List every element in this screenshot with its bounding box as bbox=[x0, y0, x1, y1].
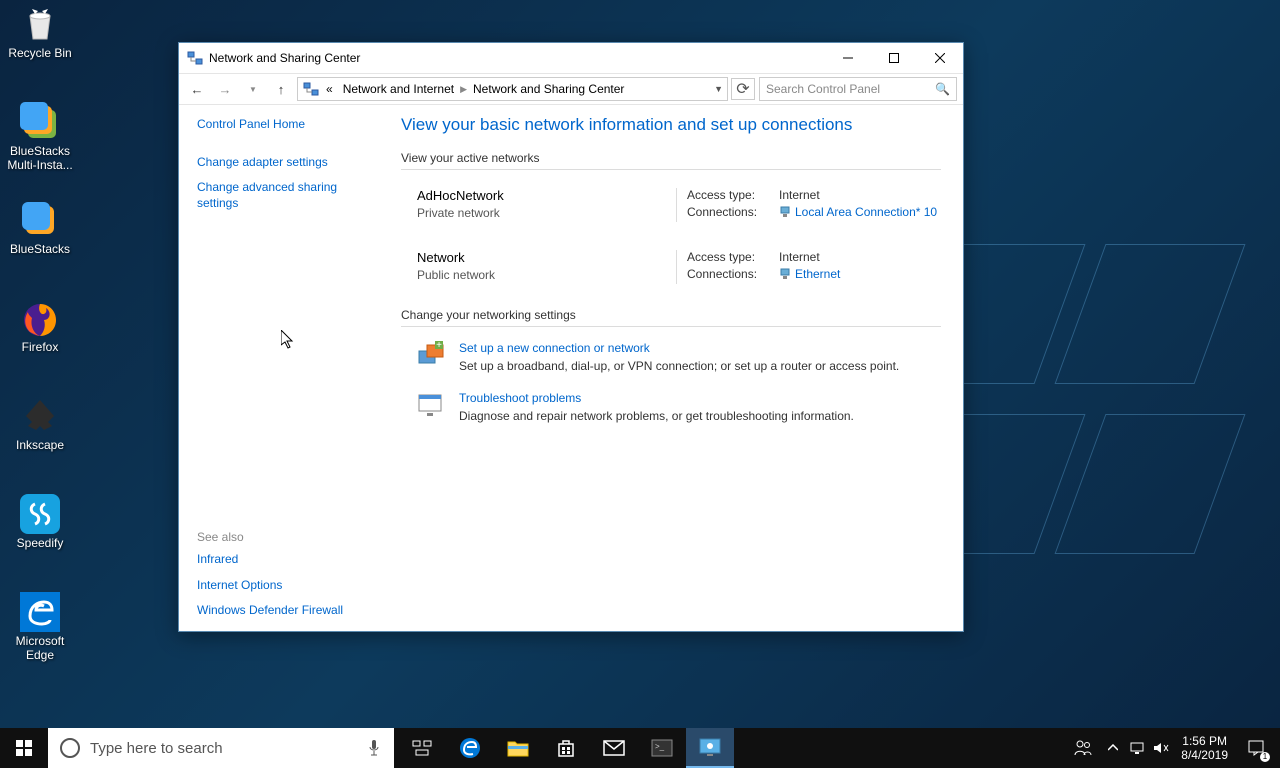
chevron-down-icon[interactable]: ▼ bbox=[714, 84, 723, 94]
clock[interactable]: 1:56 PM 8/4/2019 bbox=[1173, 734, 1236, 763]
desktop-icon-speedify[interactable]: Speedify bbox=[2, 494, 78, 550]
people-icon[interactable] bbox=[1065, 728, 1101, 768]
troubleshoot-icon bbox=[417, 391, 445, 419]
network-tray-icon[interactable] bbox=[1125, 728, 1149, 768]
taskbar-app-edge[interactable] bbox=[446, 728, 494, 768]
connection-link[interactable]: Ethernet bbox=[779, 267, 840, 281]
network-sharing-icon bbox=[302, 80, 320, 98]
search-icon: 🔍 bbox=[935, 82, 950, 96]
taskbar-search[interactable]: Type here to search bbox=[48, 728, 394, 768]
search-input[interactable]: Search Control Panel 🔍 bbox=[759, 77, 957, 101]
sidebar-link[interactable]: Change advanced sharing settings bbox=[197, 180, 379, 211]
desktop-icon-bluestacks[interactable]: BlueStacks bbox=[2, 200, 78, 256]
microphone-icon[interactable] bbox=[366, 739, 382, 757]
titlebar[interactable]: Network and Sharing Center bbox=[179, 43, 963, 73]
breadcrumb-segment[interactable]: Network and Sharing Center bbox=[469, 82, 628, 96]
taskbar: Type here to search >_ 1:56 PM 8/4/2019 … bbox=[0, 728, 1280, 768]
svg-text:>_: >_ bbox=[655, 742, 665, 751]
up-button[interactable]: ↑ bbox=[269, 77, 293, 101]
start-button[interactable] bbox=[0, 728, 48, 768]
maximize-button[interactable] bbox=[871, 43, 917, 73]
troubleshoot-desc: Diagnose and repair network problems, or… bbox=[459, 409, 854, 423]
taskbar-app-terminal[interactable]: >_ bbox=[638, 728, 686, 768]
window-title: Network and Sharing Center bbox=[209, 51, 825, 65]
breadcrumb-root[interactable]: « bbox=[322, 82, 337, 96]
back-button[interactable]: ← bbox=[185, 77, 209, 101]
breadcrumb-segment[interactable]: Network and Internet bbox=[339, 82, 458, 96]
refresh-button[interactable]: ⟳ bbox=[731, 78, 755, 100]
volume-tray-icon[interactable] bbox=[1149, 728, 1173, 768]
minimize-button[interactable] bbox=[825, 43, 871, 73]
network-type: Public network bbox=[417, 268, 676, 282]
adapter-icon bbox=[779, 206, 791, 218]
section-header: Change your networking settings bbox=[401, 308, 941, 322]
settings-item: Troubleshoot problems Diagnose and repai… bbox=[401, 391, 941, 423]
taskbar-app-mail[interactable] bbox=[590, 728, 638, 768]
network-sharing-icon bbox=[187, 50, 203, 66]
see-also-link[interactable]: Internet Options bbox=[197, 578, 379, 594]
action-center-button[interactable]: 1 bbox=[1236, 728, 1276, 768]
desktop-icon-firefox[interactable]: Firefox bbox=[2, 298, 78, 354]
close-button[interactable] bbox=[917, 43, 963, 73]
task-view-button[interactable] bbox=[398, 728, 446, 768]
sidebar-link[interactable]: Change adapter settings bbox=[197, 155, 379, 171]
main-content: View your basic network information and … bbox=[389, 105, 963, 631]
control-panel-window: Network and Sharing Center ← → ▼ ↑ « Net… bbox=[178, 42, 964, 632]
control-panel-home-link[interactable]: Control Panel Home bbox=[197, 117, 379, 133]
network-type: Private network bbox=[417, 206, 676, 220]
desktop-icon-edge[interactable]: Microsoft Edge bbox=[2, 592, 78, 663]
see-also-link[interactable]: Windows Defender Firewall bbox=[197, 603, 379, 619]
access-type-label: Access type: bbox=[687, 188, 779, 202]
taskbar-app-store[interactable] bbox=[542, 728, 590, 768]
chevron-right-icon: ▶ bbox=[460, 84, 467, 95]
taskbar-app-control-panel[interactable] bbox=[686, 728, 734, 768]
recent-dropdown[interactable]: ▼ bbox=[241, 77, 265, 101]
address-bar: ← → ▼ ↑ « Network and Internet ▶ Network… bbox=[179, 73, 963, 105]
connection-link[interactable]: Local Area Connection* 10 bbox=[779, 205, 937, 219]
desktop-icon-recycle-bin[interactable]: Recycle Bin bbox=[2, 4, 78, 60]
system-tray: 1:56 PM 8/4/2019 1 bbox=[1065, 728, 1280, 768]
section-header: View your active networks bbox=[401, 151, 941, 165]
access-type-value: Internet bbox=[779, 188, 820, 202]
connections-label: Connections: bbox=[687, 267, 779, 281]
desktop-icon-bluestacks-multi[interactable]: BlueStacks Multi-Insta... bbox=[2, 102, 78, 173]
connections-label: Connections: bbox=[687, 205, 779, 219]
network-name: AdHocNetwork bbox=[417, 188, 676, 203]
svg-text:+: + bbox=[436, 341, 442, 351]
adapter-icon bbox=[779, 268, 791, 280]
network-name: Network bbox=[417, 250, 676, 265]
desktop-icon-inkscape[interactable]: Inkscape bbox=[2, 396, 78, 452]
divider bbox=[401, 169, 941, 170]
troubleshoot-link[interactable]: Troubleshoot problems bbox=[459, 391, 854, 405]
tray-overflow-icon[interactable] bbox=[1101, 728, 1125, 768]
setup-connection-link[interactable]: Set up a new connection or network bbox=[459, 341, 899, 355]
network-entry: AdHocNetwork Private network Access type… bbox=[401, 184, 941, 226]
see-also-link[interactable]: Infrared bbox=[197, 552, 379, 568]
setup-connection-desc: Set up a broadband, dial-up, or VPN conn… bbox=[459, 359, 899, 373]
access-type-label: Access type: bbox=[687, 250, 779, 264]
page-title: View your basic network information and … bbox=[401, 115, 941, 135]
network-entry: Network Public network Access type: Inte… bbox=[401, 246, 941, 288]
divider bbox=[401, 326, 941, 327]
access-type-value: Internet bbox=[779, 250, 820, 264]
taskbar-app-explorer[interactable] bbox=[494, 728, 542, 768]
sidebar: Control Panel Home Change adapter settin… bbox=[179, 105, 389, 631]
setup-connection-icon: + bbox=[417, 341, 445, 369]
breadcrumb[interactable]: « Network and Internet ▶ Network and Sha… bbox=[297, 77, 728, 101]
cortana-icon bbox=[60, 738, 80, 758]
settings-item: + Set up a new connection or network Set… bbox=[401, 341, 941, 373]
see-also-header: See also bbox=[197, 530, 379, 544]
forward-button[interactable]: → bbox=[213, 77, 237, 101]
